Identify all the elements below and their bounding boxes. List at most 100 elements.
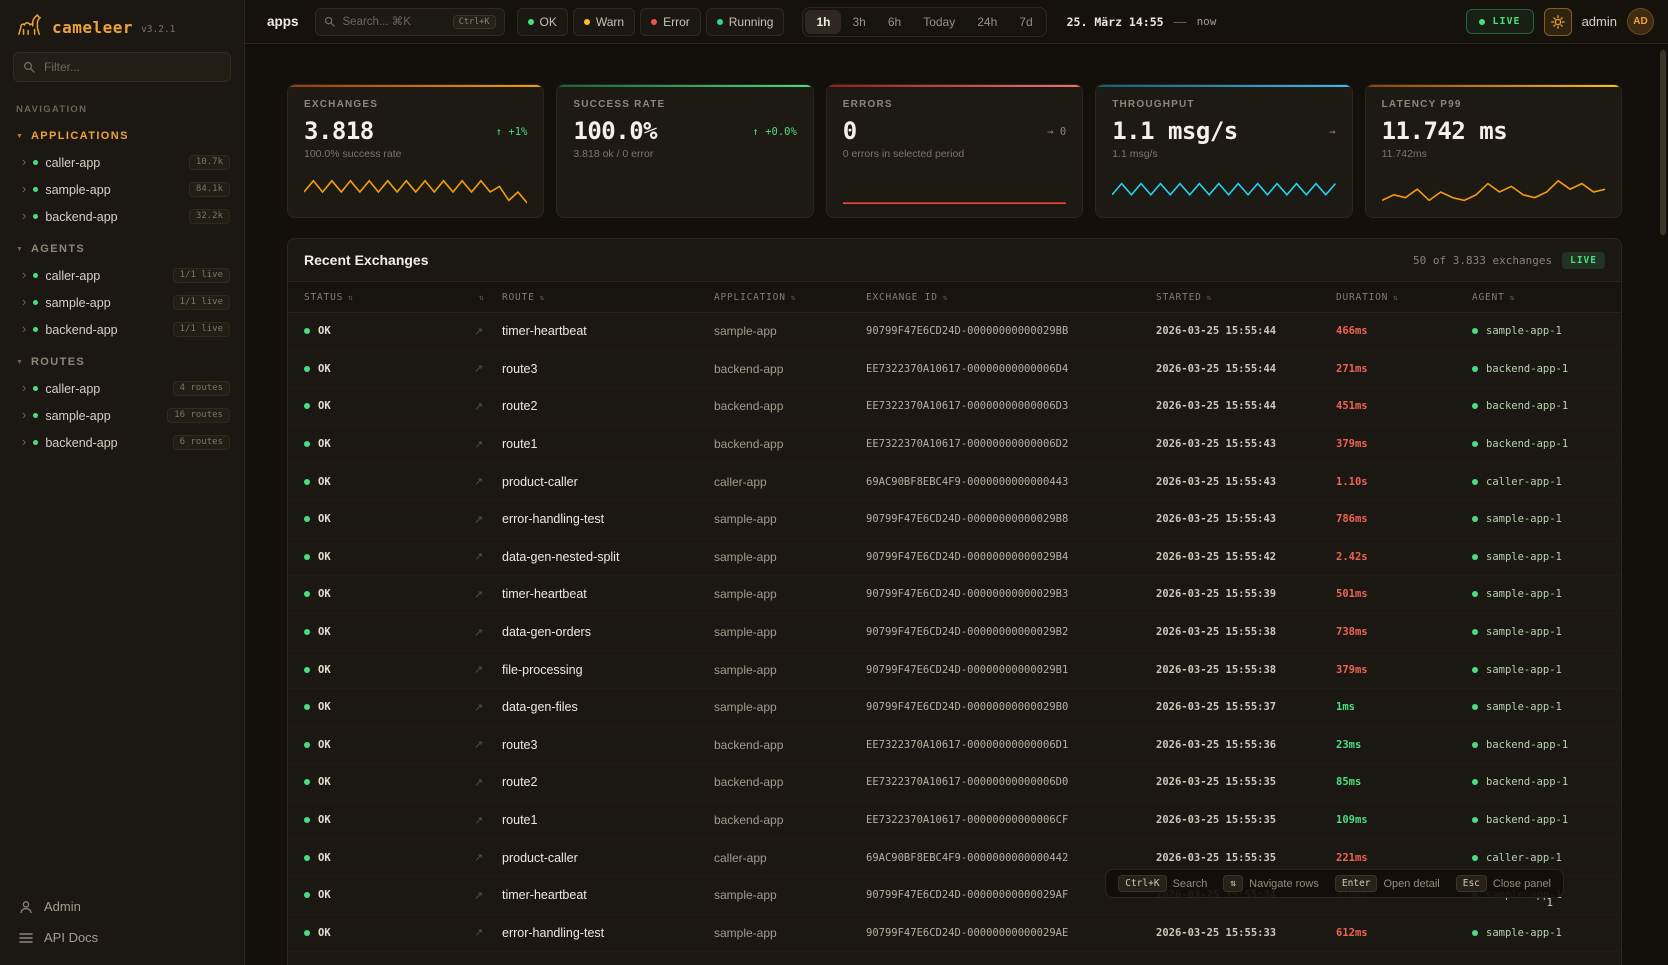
sort-icon: ⇅: [540, 293, 546, 302]
agent-cell: backend-app-1: [1472, 438, 1605, 450]
table-row[interactable]: OK↗file-processingsample-app90799F47E6CD…: [288, 651, 1621, 689]
started-cell: 2026-03-25 15:55:44: [1156, 363, 1336, 375]
sort-icon: ⇅: [1510, 293, 1516, 302]
exchange-id-cell: EE7322370A10617-00000000000006D2: [866, 438, 1156, 450]
table-row[interactable]: OK↗data-gen-filessample-app90799F47E6CD2…: [288, 689, 1621, 727]
agent-cell: backend-app-1: [1472, 814, 1605, 826]
panel-header: Recent Exchanges 50 of 3.833 exchanges L…: [288, 239, 1621, 281]
card-title: SUCCESS RATE: [573, 99, 796, 110]
status-cell: OK: [304, 814, 474, 826]
kbd-chip: Ctrl+K: [1118, 875, 1166, 892]
item-badge: 1/1 live: [173, 295, 230, 310]
avatar[interactable]: AD: [1627, 8, 1654, 35]
stat-card-success-rate: SUCCESS RATE100.0%↑ +0.0%3.818 ok / 0 er…: [556, 84, 813, 218]
exchange-id-cell: 69AC90BF8EBC4F9-0000000000000443: [866, 476, 1156, 488]
application-cell: backend-app: [714, 813, 866, 827]
sidebar-item-caller-app[interactable]: ›caller-app10.7k: [0, 149, 244, 176]
table-row[interactable]: OK↗data-gen-nested-splitsample-app90799F…: [288, 539, 1621, 577]
col-header-icon[interactable]: ⇅: [474, 293, 502, 302]
section-header-agents[interactable]: ▼AGENTS: [0, 230, 244, 262]
table-row[interactable]: OK↗timer-heartbeatsample-app90799F47E6CD…: [288, 313, 1621, 351]
card-subtitle: 100.0% success rate: [304, 148, 527, 160]
chip-label: Warn: [596, 15, 624, 29]
table-row[interactable]: OK↗data-gen-orderssample-app90799F47E6CD…: [288, 614, 1621, 652]
col-header-duration[interactable]: DURATION⇅: [1336, 292, 1472, 303]
card-value: 0: [843, 117, 857, 145]
filter-chip-running[interactable]: Running: [706, 8, 785, 36]
time-range-7d[interactable]: 7d: [1008, 10, 1043, 34]
status-cell: OK: [304, 363, 474, 375]
sidebar-filter[interactable]: [13, 52, 231, 82]
sidebar-item-caller-app[interactable]: ›caller-app4 routes: [0, 375, 244, 402]
application-cell: backend-app: [714, 362, 866, 376]
agent-name: sample-app-1: [1486, 664, 1562, 676]
chevron-right-icon: ›: [22, 381, 26, 394]
route-cell: data-gen-nested-split: [502, 550, 714, 564]
table-row[interactable]: OK↗route2backend-appEE7322370A10617-0000…: [288, 388, 1621, 426]
col-header-started[interactable]: STARTED⇅: [1156, 292, 1336, 303]
status-cell: OK: [304, 852, 474, 864]
col-header-status[interactable]: STATUS⇅: [304, 292, 474, 303]
time-range-6h[interactable]: 6h: [877, 10, 912, 34]
shortcut-label: Navigate rows: [1249, 878, 1319, 890]
table-row[interactable]: OK↗product-callercaller-app69AC90BF8EBC4…: [288, 463, 1621, 501]
filter-chip-warn[interactable]: Warn: [573, 8, 635, 36]
ok-dot-icon: [304, 591, 310, 597]
footer-api-docs[interactable]: API Docs: [0, 922, 244, 953]
section-header-applications[interactable]: ▼APPLICATIONS: [0, 117, 244, 149]
filter-input[interactable]: [42, 59, 221, 75]
time-range-3h[interactable]: 3h: [841, 10, 876, 34]
col-header-route[interactable]: ROUTE⇅: [502, 292, 714, 303]
global-search[interactable]: Ctrl+K: [315, 8, 505, 36]
table-row[interactable]: OK↗route2backend-appEE7322370A10617-0000…: [288, 764, 1621, 802]
table-row[interactable]: OK↗route1backend-appEE7322370A10617-0000…: [288, 802, 1621, 840]
sidebar-item-sample-app[interactable]: ›sample-app84.1k: [0, 176, 244, 203]
exchange-type-icon: ↗: [474, 701, 502, 714]
sidebar-item-backend-app[interactable]: ›backend-app1/1 live: [0, 316, 244, 343]
sidebar-item-backend-app[interactable]: ›backend-app32.2k: [0, 203, 244, 230]
exchange-id-cell: 90799F47E6CD24D-00000000000029B8: [866, 513, 1156, 525]
application-cell: backend-app: [714, 775, 866, 789]
col-header-application[interactable]: APPLICATION⇅: [714, 292, 866, 303]
col-label: AGENT: [1472, 292, 1505, 303]
sidebar-item-caller-app[interactable]: ›caller-app1/1 live: [0, 262, 244, 289]
table-row[interactable]: OK↗route3backend-appEE7322370A10617-0000…: [288, 952, 1621, 965]
table-row[interactable]: OK↗route3backend-appEE7322370A10617-0000…: [288, 727, 1621, 765]
duration-cell: 501ms: [1336, 588, 1472, 600]
status-dot-icon: [33, 386, 38, 391]
sidebar-item-sample-app[interactable]: ›sample-app16 routes: [0, 402, 244, 429]
sidebar-item-backend-app[interactable]: ›backend-app6 routes: [0, 429, 244, 456]
col-header-exchange-id[interactable]: EXCHANGE ID⇅: [866, 292, 1156, 303]
agent-dot-icon: [1472, 554, 1478, 560]
live-toggle-button[interactable]: LIVE: [1466, 9, 1533, 34]
agent-cell: caller-app-1: [1472, 476, 1605, 488]
sidebar-item-sample-app[interactable]: ›sample-app1/1 live: [0, 289, 244, 316]
application-cell: sample-app: [714, 700, 866, 714]
status-cell: OK: [304, 626, 474, 638]
table-row[interactable]: OK↗route1backend-appEE7322370A10617-0000…: [288, 426, 1621, 464]
table-row[interactable]: OK↗timer-heartbeatsample-app90799F47E6CD…: [288, 576, 1621, 614]
card-value: 11.742 ms: [1382, 117, 1508, 145]
card-title: EXCHANGES: [304, 99, 527, 110]
agent-name: caller-app-1: [1486, 852, 1562, 864]
item-badge: 1/1 live: [173, 322, 230, 337]
time-range-1h[interactable]: 1h: [805, 10, 841, 34]
footer-admin[interactable]: Admin: [0, 891, 244, 922]
theme-toggle-button[interactable]: [1544, 8, 1572, 36]
table-row[interactable]: OK↗error-handling-testsample-app90799F47…: [288, 915, 1621, 953]
vertical-scrollbar[interactable]: [1660, 50, 1666, 235]
search-input[interactable]: [341, 15, 447, 29]
section-header-routes[interactable]: ▼ROUTES: [0, 343, 244, 375]
filter-chip-ok[interactable]: OK: [517, 8, 568, 36]
filter-chip-error[interactable]: Error: [640, 8, 701, 36]
duration-cell: 85ms: [1336, 776, 1472, 788]
time-range-today[interactable]: Today: [912, 10, 966, 34]
duration-cell: 271ms: [1336, 363, 1472, 375]
table-row[interactable]: OK↗error-handling-testsample-app90799F47…: [288, 501, 1621, 539]
started-cell: 2026-03-25 15:55:33: [1156, 927, 1336, 939]
table-row[interactable]: OK↗route3backend-appEE7322370A10617-0000…: [288, 351, 1621, 389]
sort-icon: ⇅: [943, 293, 949, 302]
time-range-24h[interactable]: 24h: [966, 10, 1008, 34]
col-header-agent[interactable]: AGENT ⇅: [1472, 292, 1605, 303]
status-cell: OK: [304, 551, 474, 563]
